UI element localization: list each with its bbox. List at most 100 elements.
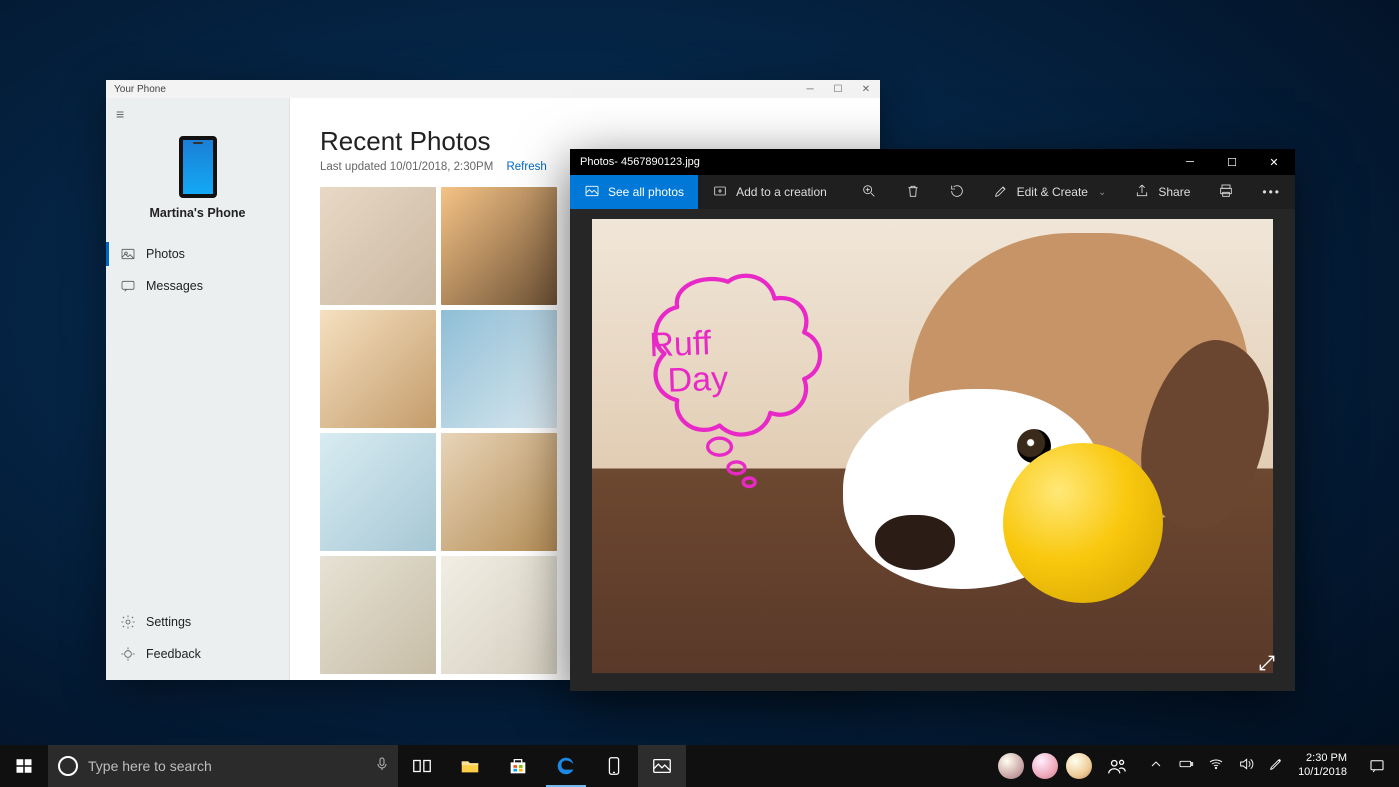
cortana-icon [58, 756, 78, 776]
photos-app-window: Photos- 4567890123.jpg ─ ☐ ✕ See all pho… [570, 149, 1295, 691]
maximize-button[interactable]: ☐ [1211, 149, 1253, 175]
add-to-creation-button[interactable]: Add to a creation [698, 175, 841, 209]
last-updated-text: Last updated 10/01/2018, 2:30PM [320, 161, 493, 173]
photo-thumbnail[interactable] [320, 187, 436, 305]
people-button[interactable] [1100, 755, 1134, 777]
taskbar-pinned-apps [398, 745, 686, 787]
close-button[interactable]: ✕ [852, 80, 880, 98]
maximize-button[interactable]: ☐ [824, 80, 852, 98]
photo-thumbnail[interactable] [320, 433, 436, 551]
refresh-link[interactable]: Refresh [506, 161, 546, 173]
nav-settings[interactable]: Settings [106, 606, 289, 638]
phone-illustration [179, 136, 217, 198]
photo-image[interactable]: Ruff Day [592, 219, 1273, 673]
share-icon [1134, 183, 1150, 202]
zoom-icon [861, 183, 877, 202]
chevron-down-icon: ⌄ [1098, 187, 1106, 198]
zoom-button[interactable] [847, 175, 891, 209]
your-phone-taskbar-button[interactable] [590, 745, 638, 787]
photo-thumbnail[interactable] [320, 556, 436, 674]
ball-illustration [1003, 443, 1163, 603]
taskbar-spacer [686, 745, 998, 787]
connected-phone-name: Martina's Phone [106, 206, 289, 220]
nav-photos-label: Photos [146, 247, 185, 261]
photo-canvas: Ruff Day [570, 209, 1295, 691]
nav-messages[interactable]: Messages [106, 270, 289, 302]
rotate-icon [949, 183, 965, 202]
rotate-button[interactable] [935, 175, 979, 209]
feedback-icon [120, 646, 136, 662]
photos-titlebar: Photos- 4567890123.jpg ─ ☐ ✕ [570, 149, 1295, 175]
nav-settings-label: Settings [146, 615, 191, 629]
minimize-button[interactable]: ─ [1169, 149, 1211, 175]
photo-thumbnail[interactable] [441, 556, 557, 674]
gear-icon [120, 614, 136, 630]
start-button[interactable] [0, 745, 48, 787]
nav-photos[interactable]: Photos [106, 238, 289, 270]
your-phone-sidebar: ≡ Martina's Phone Photos Messages [106, 98, 290, 680]
your-phone-window-controls: ─ ☐ ✕ [796, 80, 880, 98]
action-center-button[interactable] [1355, 745, 1399, 787]
nav-messages-label: Messages [146, 279, 203, 293]
ink-workspace-icon[interactable] [1268, 756, 1284, 777]
hamburger-icon[interactable]: ≡ [106, 98, 289, 130]
file-explorer-button[interactable] [446, 745, 494, 787]
minimize-button[interactable]: ─ [796, 80, 824, 98]
collection-icon [584, 183, 600, 202]
add-to-creation-label: Add to a creation [736, 185, 827, 199]
edit-icon [993, 183, 1009, 202]
store-button[interactable] [494, 745, 542, 787]
edit-create-button[interactable]: Edit & Create ⌄ [979, 175, 1121, 209]
see-all-photos-button[interactable]: See all photos [570, 175, 698, 209]
mic-icon[interactable] [374, 756, 390, 777]
your-phone-titlebar: Your Phone ─ ☐ ✕ [106, 80, 880, 98]
your-phone-nav: Photos Messages [106, 238, 289, 302]
messages-icon [120, 278, 136, 294]
people-contact-avatar[interactable] [1032, 753, 1058, 779]
photos-title: Photos- 4567890123.jpg [580, 156, 1169, 168]
share-button[interactable]: Share [1120, 175, 1204, 209]
photo-thumbnail[interactable] [441, 187, 557, 305]
share-label: Share [1158, 185, 1190, 199]
close-button[interactable]: ✕ [1253, 149, 1295, 175]
windows-icon [15, 757, 33, 775]
taskbar-people [998, 745, 1142, 787]
system-tray [1142, 745, 1290, 787]
volume-icon[interactable] [1238, 756, 1254, 777]
your-phone-bottom-nav: Settings Feedback [106, 606, 289, 680]
taskbar: Type here to search [0, 745, 1399, 787]
clock-date: 10/1/2018 [1298, 766, 1347, 780]
edge-button[interactable] [542, 745, 590, 787]
dog-illustration [875, 515, 955, 570]
nav-feedback-label: Feedback [146, 647, 201, 661]
trash-icon [905, 183, 921, 202]
people-contact-avatar[interactable] [1066, 753, 1092, 779]
battery-icon[interactable] [1178, 756, 1194, 777]
tray-overflow-button[interactable] [1148, 756, 1164, 777]
your-phone-title: Your Phone [114, 84, 796, 95]
ink-annotation-text: Ruff Day [649, 326, 729, 400]
wifi-icon[interactable] [1208, 756, 1224, 777]
edit-create-label: Edit & Create [1017, 185, 1088, 199]
photos-taskbar-button[interactable] [638, 745, 686, 787]
search-box[interactable]: Type here to search [48, 745, 398, 787]
more-button[interactable]: ••• [1248, 175, 1295, 209]
add-creation-icon [712, 183, 728, 202]
print-button[interactable] [1204, 175, 1248, 209]
delete-button[interactable] [891, 175, 935, 209]
photo-thumbnail[interactable] [441, 433, 557, 551]
search-placeholder: Type here to search [88, 758, 364, 774]
more-icon: ••• [1262, 185, 1281, 199]
nav-feedback[interactable]: Feedback [106, 638, 289, 670]
photos-toolbar: See all photos Add to a creation [570, 175, 1295, 209]
print-icon [1218, 183, 1234, 202]
photos-icon [120, 246, 136, 262]
people-contact-avatar[interactable] [998, 753, 1024, 779]
see-all-photos-label: See all photos [608, 185, 684, 199]
photo-thumbnail[interactable] [441, 310, 557, 428]
photo-thumbnail[interactable] [320, 310, 436, 428]
photos-window-controls: ─ ☐ ✕ [1169, 149, 1295, 175]
task-view-button[interactable] [398, 745, 446, 787]
taskbar-clock[interactable]: 2:30 PM 10/1/2018 [1290, 745, 1355, 787]
fullscreen-button[interactable] [1253, 649, 1281, 677]
